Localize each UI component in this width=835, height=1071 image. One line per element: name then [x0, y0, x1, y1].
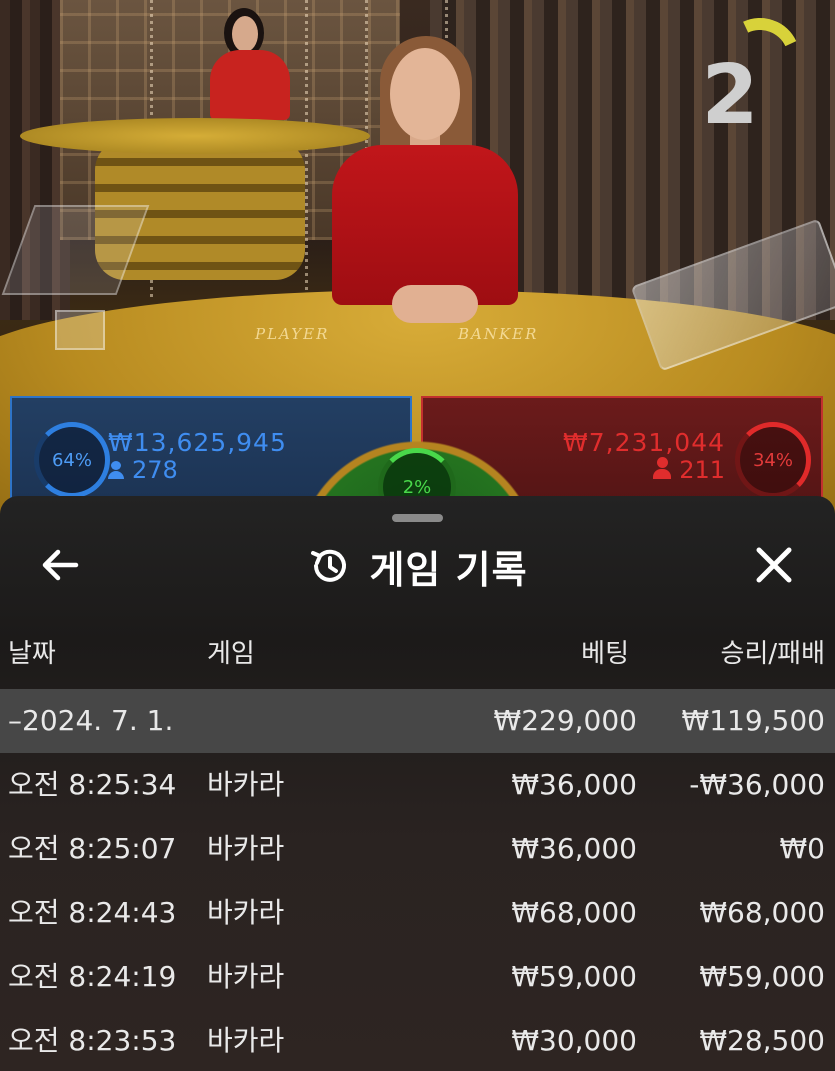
- discard-tray: [55, 310, 105, 350]
- tie-percent: 2%: [402, 477, 432, 498]
- arrow-left-icon: [42, 549, 79, 581]
- banker-bettor-count: 211: [653, 456, 725, 484]
- column-header-game[interactable]: 게임: [207, 633, 255, 670]
- bead-strand: [305, 0, 308, 300]
- background-table: [20, 118, 370, 154]
- banker-percent-ring: 34%: [735, 422, 811, 498]
- date-group-win-total: ₩119,500: [681, 704, 825, 737]
- banker-count-value: 211: [679, 456, 725, 484]
- banker-total-amount: ₩7,231,044: [563, 428, 725, 457]
- row-game: 바카라: [207, 768, 285, 801]
- player-count-value: 278: [132, 456, 178, 484]
- table-label-player: PLAYER: [255, 325, 330, 343]
- user-icon: [653, 457, 672, 479]
- sheet-drag-handle[interactable]: [392, 514, 443, 522]
- row-time: 오전 8:25:34: [8, 768, 177, 801]
- column-header-date[interactable]: 날짜: [8, 633, 56, 670]
- sheet-header: 게임 기록: [0, 526, 835, 606]
- date-group-bet-total: ₩229,000: [493, 704, 637, 737]
- row-game: 바카라: [207, 960, 285, 993]
- history-row[interactable]: 오전 8:24:19 바카라 ₩59,000 ₩59,000: [0, 945, 835, 1009]
- back-button[interactable]: [34, 538, 88, 592]
- history-row[interactable]: 오전 8:23:53 바카라 ₩30,000 ₩28,500: [0, 1009, 835, 1071]
- background-dealer-face: [232, 16, 258, 52]
- countdown-timer: 2: [701, 48, 759, 143]
- user-icon: [108, 461, 124, 479]
- player-percent: 64%: [51, 449, 92, 471]
- row-win-loss: ₩28,500: [699, 1024, 825, 1057]
- row-win-loss: ₩68,000: [699, 896, 825, 929]
- close-icon: [756, 547, 792, 583]
- dealer-face: [390, 48, 460, 140]
- sheet-title: 게임 기록: [369, 547, 528, 592]
- row-win-loss: -₩36,000: [689, 768, 825, 801]
- date-group-row[interactable]: –2024. 7. 1. ₩229,000 ₩119,500: [0, 689, 835, 753]
- history-row[interactable]: 오전 8:25:07 바카라 ₩36,000 ₩0: [0, 817, 835, 881]
- dealer: [332, 145, 518, 305]
- player-percent-ring: 64%: [34, 422, 110, 498]
- table-label-banker: BANKER: [458, 325, 539, 343]
- live-video-stream: PLAYER BANKER 2 64% ₩13,625,945 278 34% …: [0, 0, 835, 520]
- row-win-loss: ₩59,000: [699, 960, 825, 993]
- history-row[interactable]: 오전 8:24:43 바카라 ₩68,000 ₩68,000: [0, 881, 835, 945]
- row-time: 오전 8:24:19: [8, 960, 177, 993]
- row-bet: ₩68,000: [511, 896, 637, 929]
- row-bet: ₩59,000: [511, 960, 637, 993]
- row-win-loss: ₩0: [779, 832, 826, 865]
- column-header-bet[interactable]: 베팅: [581, 633, 629, 670]
- date-group-label: –2024. 7. 1.: [8, 704, 174, 737]
- row-time: 오전 8:25:07: [8, 832, 177, 865]
- player-total-amount: ₩13,625,945: [108, 428, 287, 457]
- row-bet: ₩30,000: [511, 1024, 637, 1057]
- history-clock-icon: [311, 549, 347, 582]
- banker-percent: 34%: [752, 449, 793, 471]
- row-bet: ₩36,000: [511, 832, 637, 865]
- row-bet: ₩36,000: [511, 768, 637, 801]
- row-game: 바카라: [207, 832, 285, 865]
- background-dealer: [210, 50, 290, 120]
- history-row[interactable]: 오전 8:25:34 바카라 ₩36,000 -₩36,000: [0, 753, 835, 817]
- game-history-sheet: 게임 기록 날짜 게임 베팅 승리/패배 –2024. 7. 1. ₩229,0…: [0, 496, 835, 1071]
- close-button[interactable]: [747, 538, 801, 592]
- sheet-title-group: 게임 기록: [0, 526, 835, 606]
- column-header-win-loss[interactable]: 승리/패배: [721, 633, 825, 670]
- row-time: 오전 8:24:43: [8, 896, 177, 929]
- row-game: 바카라: [207, 896, 285, 929]
- dealer-hands: [392, 285, 478, 323]
- row-time: 오전 8:23:53: [8, 1024, 177, 1057]
- row-game: 바카라: [207, 1024, 285, 1057]
- player-bettor-count: 278: [108, 456, 178, 484]
